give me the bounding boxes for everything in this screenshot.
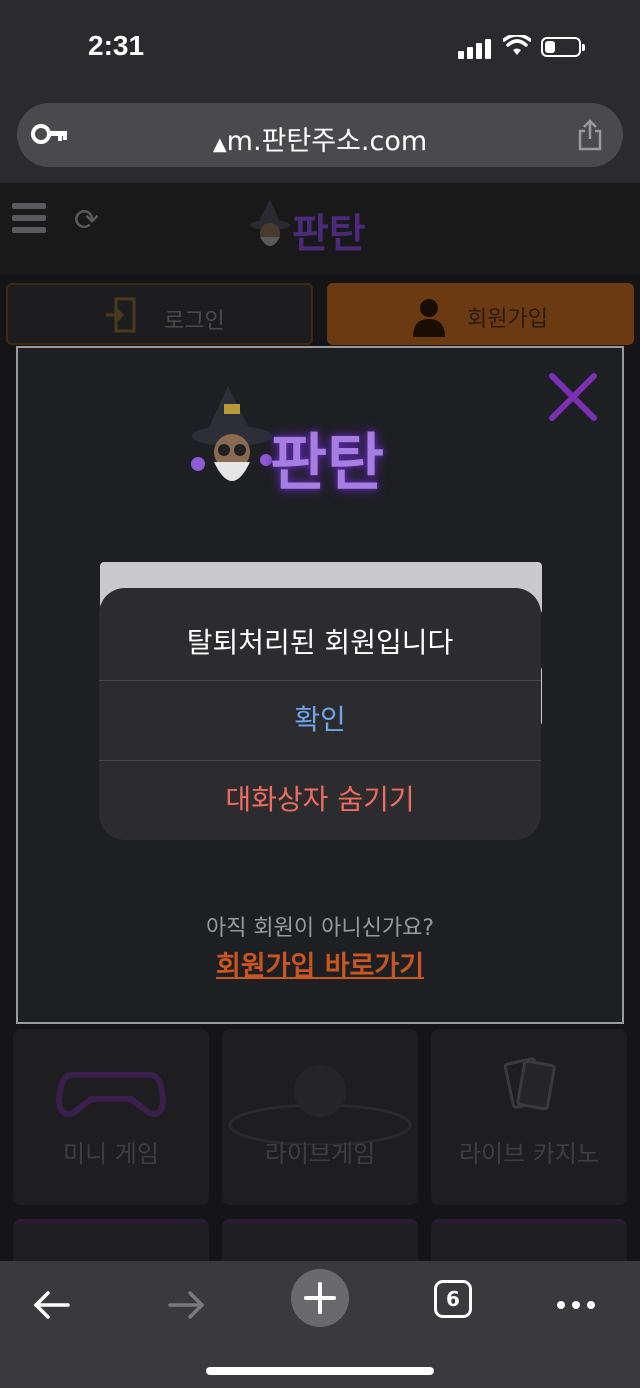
signup-prompt: 아직 회원이 아니신가요?	[205, 916, 435, 941]
card-mini-game[interactable]: 미니 게임	[13, 1029, 209, 1205]
close-icon[interactable]	[548, 372, 598, 422]
card-label: 미니 게임	[63, 1140, 159, 1168]
tab-join-label: 회원가입	[467, 307, 548, 332]
back-icon[interactable]	[32, 1275, 72, 1335]
site-header: ⟳ 판탄	[0, 183, 640, 275]
tab-join[interactable]: 회원가입	[327, 283, 634, 345]
confirm-button[interactable]: 확인	[99, 680, 541, 760]
signal-icon	[458, 37, 492, 59]
battery-icon	[541, 37, 585, 57]
plus-icon	[304, 1282, 336, 1314]
alert-message: 탈퇴처리된 회원입니다	[186, 626, 454, 659]
gamepad-icon	[55, 1072, 167, 1117]
address-bar[interactable]: ▲m.판탄주소.com	[17, 103, 623, 167]
card-live-casino[interactable]: 라이브 카지노	[431, 1029, 627, 1205]
tab-login[interactable]: 로그인	[6, 283, 313, 345]
url-label: m.판탄주소.com	[226, 126, 428, 157]
home-indicator[interactable]	[206, 1367, 434, 1375]
modal-logo: 판탄	[188, 384, 438, 500]
forward-icon[interactable]	[166, 1275, 206, 1335]
more-icon[interactable]	[556, 1275, 596, 1335]
cards-icon	[503, 1057, 556, 1111]
alert-dialog: 탈퇴처리된 회원입니다 확인 대화상자 숨기기	[99, 588, 541, 840]
share-icon[interactable]	[577, 119, 603, 151]
tab-login-label: 로그인	[164, 309, 225, 334]
warning-icon: ▲	[212, 134, 227, 155]
status-time: 2:31	[88, 30, 145, 61]
wizard-logo-icon	[250, 199, 290, 246]
signup-link[interactable]: 회원가입 바로가기	[18, 944, 622, 983]
card-label: 라이브 카지노	[458, 1140, 600, 1168]
menu-icon[interactable]	[12, 203, 46, 239]
roulette-icon	[228, 1065, 412, 1145]
hide-dialogs-button[interactable]: 대화상자 숨기기	[99, 760, 541, 840]
url-text[interactable]: ▲m.판탄주소.com	[17, 119, 623, 158]
tabs-button[interactable]: 6	[434, 1280, 472, 1318]
card-label: 라이브게임	[264, 1140, 376, 1168]
refresh-icon[interactable]: ⟳	[74, 203, 99, 238]
site-logo: 판탄	[292, 211, 366, 257]
wifi-icon	[503, 35, 531, 55]
login-door-icon	[106, 297, 136, 333]
user-icon	[413, 299, 445, 337]
modal-logo-text: 판탄	[270, 426, 385, 499]
auth-tabs: 로그인 회원가입	[6, 283, 634, 345]
card-live-game[interactable]: 라이브게임	[222, 1029, 418, 1205]
new-tab-button[interactable]	[291, 1269, 349, 1327]
status-bar: 2:31	[0, 0, 640, 96]
